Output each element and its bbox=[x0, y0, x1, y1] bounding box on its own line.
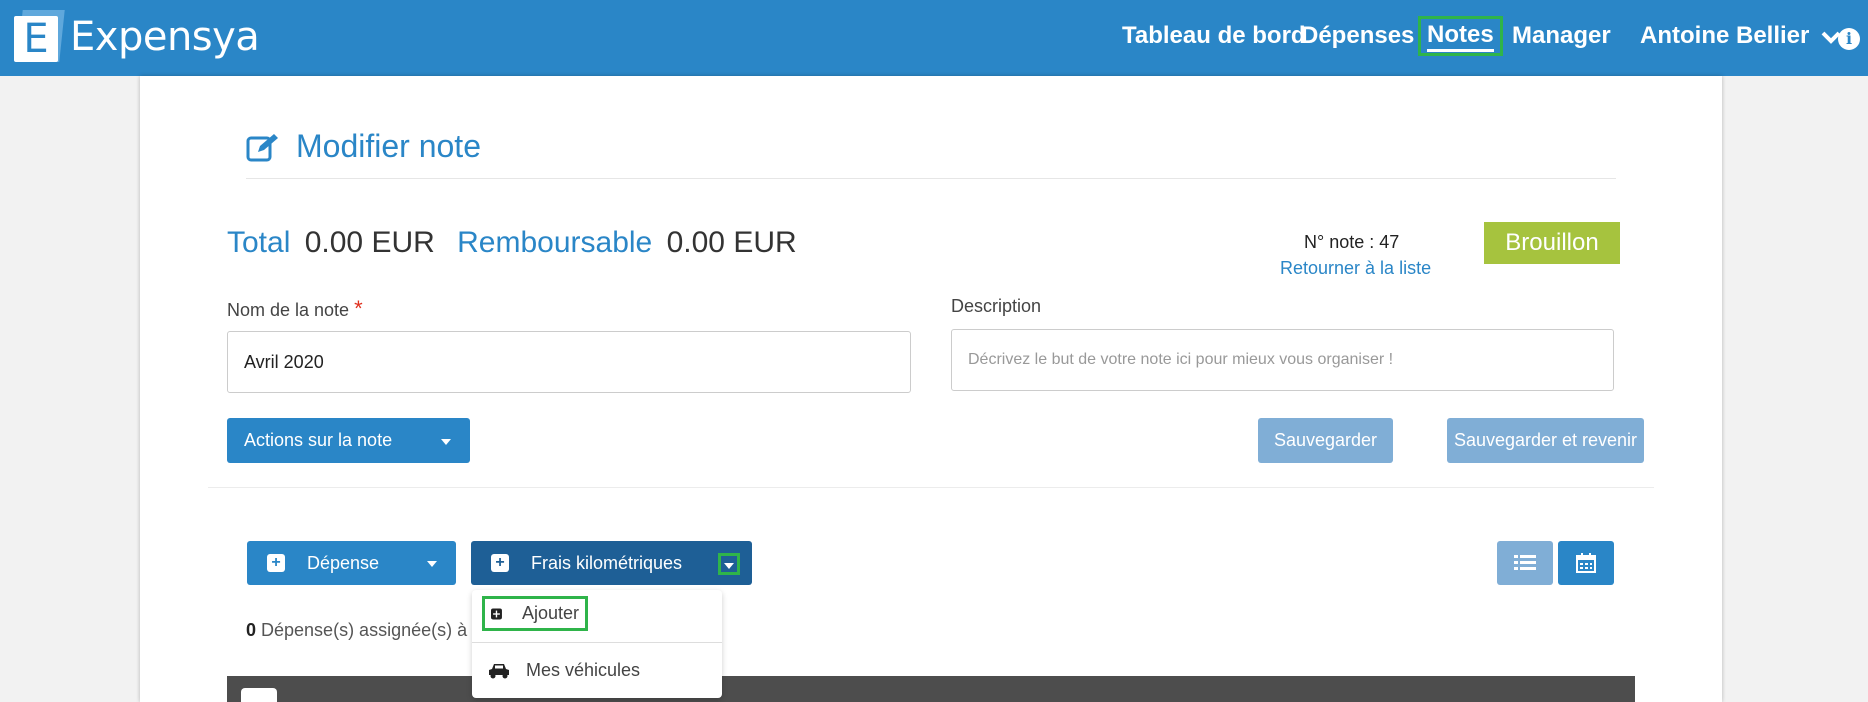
total-label: Total bbox=[227, 226, 291, 259]
mileage-toggle-button[interactable] bbox=[718, 553, 740, 575]
refundable-value: 0.00 EUR bbox=[666, 226, 797, 259]
nav-manager[interactable]: Manager bbox=[1512, 22, 1611, 50]
note-name-label-text: Nom de la note bbox=[227, 300, 350, 320]
note-actions-dropdown[interactable]: Actions sur la note bbox=[227, 418, 470, 463]
nav-notes[interactable]: Notes bbox=[1418, 16, 1503, 56]
brand-name[interactable]: Expensya bbox=[70, 14, 260, 60]
nav-expenses[interactable]: Dépenses bbox=[1301, 22, 1414, 50]
info-icon[interactable]: i bbox=[1838, 28, 1860, 50]
divider bbox=[246, 178, 1616, 179]
note-actions-label: Actions sur la note bbox=[244, 430, 393, 450]
top-navbar: E Expensya Tableau de bord Dépenses Note… bbox=[0, 0, 1868, 76]
list-icon bbox=[1514, 555, 1536, 570]
expensya-logo-icon[interactable]: E bbox=[14, 10, 65, 64]
caret-down-icon bbox=[724, 563, 734, 569]
total-value: 0.00 EUR bbox=[304, 226, 435, 259]
page-title: Modifier note bbox=[246, 128, 481, 165]
divider bbox=[472, 642, 722, 643]
calendar-view-button[interactable] bbox=[1558, 541, 1614, 585]
select-all-checkbox[interactable] bbox=[241, 688, 277, 702]
plus-square-icon: + bbox=[491, 554, 509, 572]
edit-icon bbox=[246, 133, 278, 161]
list-view-button[interactable] bbox=[1497, 541, 1553, 585]
plus-square-icon: + bbox=[267, 554, 285, 572]
note-number: N° note : 47 bbox=[1304, 232, 1400, 252]
caret-down-icon bbox=[441, 439, 451, 445]
menu-item-add[interactable]: Ajouter bbox=[482, 596, 588, 631]
assigned-count: 0 Dépense(s) assignée(s) à cett bbox=[246, 620, 501, 641]
mileage-label: Frais kilométriques bbox=[531, 552, 683, 573]
required-marker: * bbox=[354, 296, 363, 321]
menu-item-add-label: Ajouter bbox=[521, 603, 579, 623]
assigned-count-text: Dépense(s) assignée(s) à cett bbox=[256, 620, 502, 640]
caret-down-icon bbox=[427, 561, 437, 567]
save-and-return-button[interactable]: Sauvegarder et revenir bbox=[1447, 418, 1644, 463]
menu-item-vehicles-label: Mes véhicules bbox=[526, 660, 641, 680]
mileage-dropdown[interactable]: + Frais kilométriques bbox=[471, 541, 752, 585]
assigned-count-value: 0 bbox=[246, 620, 257, 640]
menu-item-vehicles[interactable]: Mes véhicules bbox=[488, 660, 640, 681]
plus-square-icon bbox=[491, 608, 502, 619]
page-title-text: Modifier note bbox=[296, 128, 481, 164]
add-expense-label: Dépense bbox=[307, 552, 380, 573]
nav-dashboard[interactable]: Tableau de bord bbox=[1122, 22, 1306, 50]
add-expense-dropdown[interactable]: + Dépense bbox=[247, 541, 456, 585]
totals: Total 0.00 EUR Remboursable 0.00 EUR bbox=[227, 226, 797, 260]
user-menu[interactable]: Antoine Bellier bbox=[1640, 22, 1842, 50]
note-name-input[interactable]: Avril 2020 bbox=[227, 331, 911, 393]
user-name: Antoine Bellier bbox=[1640, 22, 1810, 49]
divider bbox=[208, 487, 1654, 488]
back-to-list-link[interactable]: Retourner à la liste bbox=[1280, 258, 1431, 279]
status-badge[interactable]: Brouillon bbox=[1484, 222, 1620, 264]
save-button[interactable]: Sauvegarder bbox=[1258, 418, 1393, 463]
description-input[interactable]: Décrivez le but de votre note ici pour m… bbox=[951, 329, 1614, 391]
mileage-dropdown-menu: Ajouter Mes véhicules bbox=[472, 590, 722, 698]
nav-notes-label: Notes bbox=[1427, 21, 1494, 52]
note-name-label: Nom de la note * bbox=[227, 296, 363, 322]
expenses-table-header bbox=[227, 676, 1635, 702]
description-label: Description bbox=[951, 296, 1042, 316]
refundable-label: Remboursable bbox=[457, 226, 653, 259]
calendar-icon bbox=[1576, 553, 1596, 573]
car-icon bbox=[489, 663, 509, 678]
